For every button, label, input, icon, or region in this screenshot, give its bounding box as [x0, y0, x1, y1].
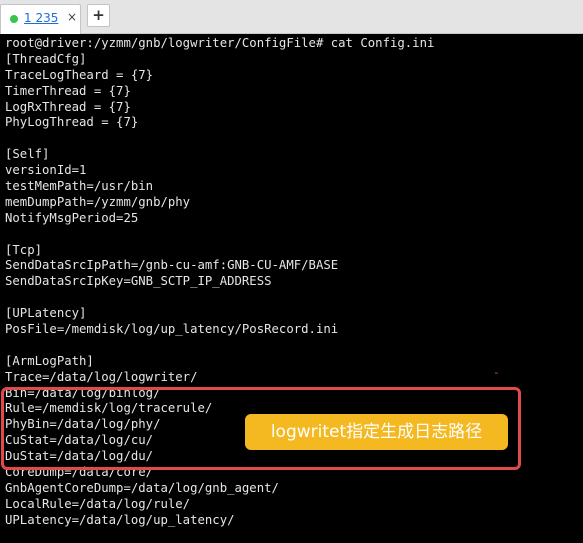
terminal-output[interactable]: root@driver:/yzmm/gnb/logwriter/ConfigFi… — [0, 34, 583, 543]
annotation-callout: logwritet指定生成日志路径 — [245, 414, 508, 450]
connection-status-icon — [10, 15, 18, 23]
terminal-line: SendDataSrcIpPath=/gnb-cu-amf:GNB-CU-AMF… — [5, 258, 339, 273]
terminal-line: Bin=/data/log/binlog/ — [5, 385, 161, 400]
terminal-line: CoreDump=/data/core/ — [5, 465, 154, 480]
terminal-line: UPLatency=/data/log/up_latency/ — [5, 512, 235, 527]
terminal-line: TimerThread = {7} — [5, 83, 131, 98]
session-tab[interactable]: 1 235 × — [0, 4, 81, 34]
new-tab-button[interactable]: + — [87, 4, 110, 27]
terminal-line: SendDataSrcIpKey=GNB_SCTP_IP_ADDRESS — [5, 274, 272, 289]
terminal-line: GnbAgentCoreDump=/data/log/gnb_agent/ — [5, 480, 279, 495]
tab-label[interactable]: 1 235 — [24, 11, 58, 25]
terminal-line: LogRxThread = {7} — [5, 99, 131, 114]
terminal-line: [ThreadCfg] — [5, 51, 87, 66]
terminal-line: TraceLogTheard = {7} — [5, 67, 154, 82]
terminal-line: PhyLogThread = {7} — [5, 115, 139, 130]
terminal-line: versionId=1 — [5, 163, 87, 178]
tab-bar: 1 235 × + — [0, 0, 583, 34]
terminal-line: memDumpPath=/yzmm/gnb/phy — [5, 194, 191, 209]
terminal-lines: root@driver:/yzmm/gnb/logwriter/ConfigFi… — [5, 36, 580, 529]
stray-mark: - — [493, 366, 500, 379]
terminal-line: NotifyMsgPeriod=25 — [5, 210, 139, 225]
terminal-line: PosFile=/memdisk/log/up_latency/PosRecor… — [5, 322, 339, 337]
terminal-line: root@driver:/yzmm/gnb/logwriter/ConfigFi… — [5, 36, 435, 50]
terminal-line: [Tcp] — [5, 242, 43, 257]
terminal-line: DuStat=/data/log/du/ — [5, 449, 154, 464]
close-tab-icon[interactable]: × — [67, 10, 77, 24]
terminal-line: testMemPath=/usr/bin — [5, 179, 154, 194]
terminal-line: [Self] — [5, 147, 50, 162]
terminal-line: LocalRule=/data/log/rule/ — [5, 496, 191, 511]
terminal-line: [UPLatency] — [5, 306, 87, 321]
